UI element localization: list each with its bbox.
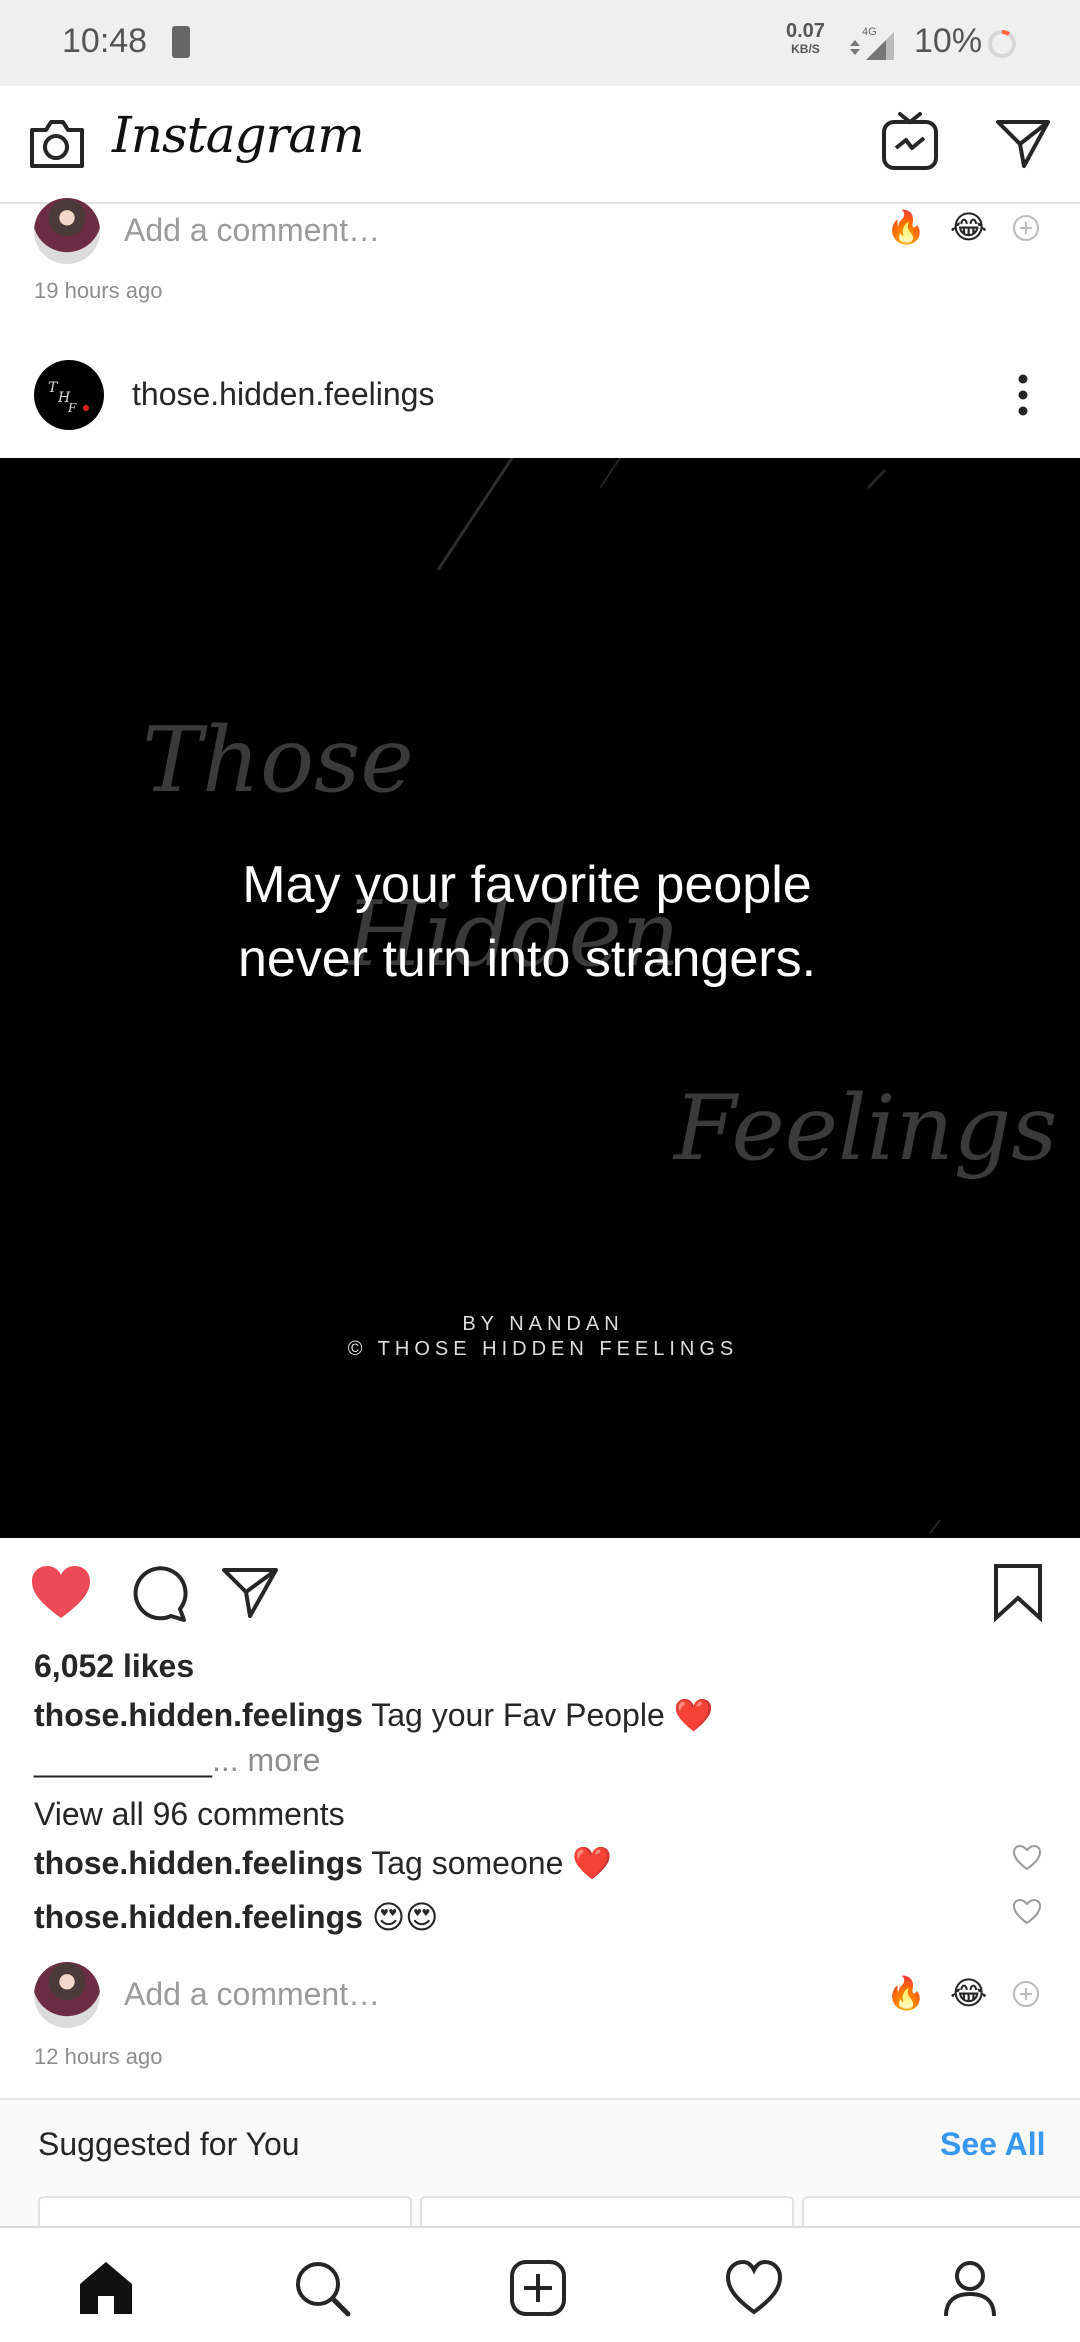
igtv-icon[interactable] xyxy=(880,110,940,174)
battery-saver-icon xyxy=(172,26,190,58)
new-post-icon[interactable] xyxy=(508,2258,568,2318)
battery-ring-icon xyxy=(988,30,1016,58)
comment-text: Tag someone ❤️ xyxy=(371,1845,613,1881)
quote-text: May your favorite people never turn into… xyxy=(0,848,1054,996)
svg-text:F: F xyxy=(67,401,77,415)
app-bar: Instagram xyxy=(0,86,1080,204)
home-icon[interactable] xyxy=(76,2258,136,2318)
caption-underline: __________ xyxy=(34,1742,212,1778)
laugh-emoji-button[interactable]: 😂 xyxy=(950,1974,987,2012)
comment-bubble-icon[interactable] xyxy=(128,1564,188,1624)
post-timestamp: 19 hours ago xyxy=(34,278,163,303)
laugh-emoji-button[interactable]: 😂 xyxy=(950,208,987,246)
status-time: 10:48 xyxy=(62,22,148,60)
more-options-icon[interactable] xyxy=(1012,372,1034,418)
share-icon[interactable] xyxy=(220,1564,280,1622)
activity-heart-icon[interactable] xyxy=(724,2258,784,2318)
add-comment-input[interactable]: Add a comment… xyxy=(124,1976,380,2013)
instagram-logo: Instagram xyxy=(112,106,365,164)
like-heart-icon[interactable] xyxy=(30,1564,92,1622)
comment-text: 😍😍 xyxy=(371,1899,439,1935)
author-logo-icon: T H F xyxy=(48,380,89,415)
caption-line-2: __________... more xyxy=(34,1742,320,1779)
profile-icon[interactable] xyxy=(940,2258,1000,2318)
caption: those.hidden.feelings Tag your Fav Peopl… xyxy=(34,1696,713,1734)
add-emoji-icon[interactable] xyxy=(1012,1980,1040,2008)
comment-username[interactable]: those.hidden.feelings xyxy=(34,1899,363,1935)
suggested-section: Suggested for You See All xyxy=(0,2098,1080,2258)
direct-message-icon[interactable] xyxy=(994,116,1052,170)
quote-line-1: May your favorite people xyxy=(242,856,812,914)
see-all-link[interactable]: See All xyxy=(940,2126,1046,2163)
suggested-title: Suggested for You xyxy=(38,2126,300,2162)
comment-row: those.hidden.feelings 😍😍 xyxy=(34,1898,439,1936)
signal-type: 4G xyxy=(862,26,877,38)
post-timestamp: 12 hours ago xyxy=(34,2044,163,2069)
quote-line-2: never turn into strangers. xyxy=(237,930,817,988)
view-all-comments-link[interactable]: View all 96 comments xyxy=(34,1796,345,1833)
post-author-avatar[interactable]: T H F xyxy=(34,360,104,430)
fire-emoji-button[interactable]: 🔥 xyxy=(886,1974,926,2012)
ghost-word-feelings: Feelings xyxy=(674,1076,1058,1181)
add-comment-input[interactable]: Add a comment… xyxy=(124,212,380,249)
save-bookmark-icon[interactable] xyxy=(992,1562,1044,1622)
comment-like-heart-icon[interactable] xyxy=(1012,1844,1042,1872)
post-author-username[interactable]: those.hidden.feelings xyxy=(132,376,434,413)
my-avatar xyxy=(34,1962,100,2028)
signal-icon: 4G xyxy=(850,26,894,60)
fire-emoji-button[interactable]: 🔥 xyxy=(886,208,926,246)
my-avatar xyxy=(34,198,100,264)
likes-count[interactable]: 6,052 likes xyxy=(34,1648,194,1685)
network-speed: 0.07 KB/S xyxy=(786,20,825,58)
post-image[interactable]: Those Hidden Feelings May your favorite … xyxy=(0,458,1080,1538)
bottom-nav xyxy=(0,2226,1080,2342)
comment-username[interactable]: those.hidden.feelings xyxy=(34,1845,363,1881)
network-speed-unit: KB/S xyxy=(791,42,820,56)
camera-icon[interactable] xyxy=(26,116,86,172)
ghost-word-those: Those xyxy=(142,708,414,813)
caption-username[interactable]: those.hidden.feelings xyxy=(34,1697,363,1733)
image-credit: BY NANDAN © THOSE HIDDEN FEELINGS xyxy=(0,1312,1080,1362)
battery-percent: 10% xyxy=(914,22,983,60)
network-speed-value: 0.07 xyxy=(786,20,825,42)
caption-more-link[interactable]: ... more xyxy=(212,1742,320,1778)
credit-line-2: © THOSE HIDDEN FEELINGS xyxy=(347,1338,739,1360)
caption-text: Tag your Fav People ❤️ xyxy=(371,1697,714,1733)
add-emoji-icon[interactable] xyxy=(1012,214,1040,242)
comment-like-heart-icon[interactable] xyxy=(1012,1898,1042,1926)
search-icon[interactable] xyxy=(292,2258,352,2318)
credit-line-1: BY NANDAN xyxy=(462,1313,624,1335)
comment-row: those.hidden.feelings Tag someone ❤️ xyxy=(34,1844,612,1882)
image-background-strokes xyxy=(436,458,941,1534)
status-bar: 10:48 0.07 KB/S 4G 10% xyxy=(0,0,1080,86)
